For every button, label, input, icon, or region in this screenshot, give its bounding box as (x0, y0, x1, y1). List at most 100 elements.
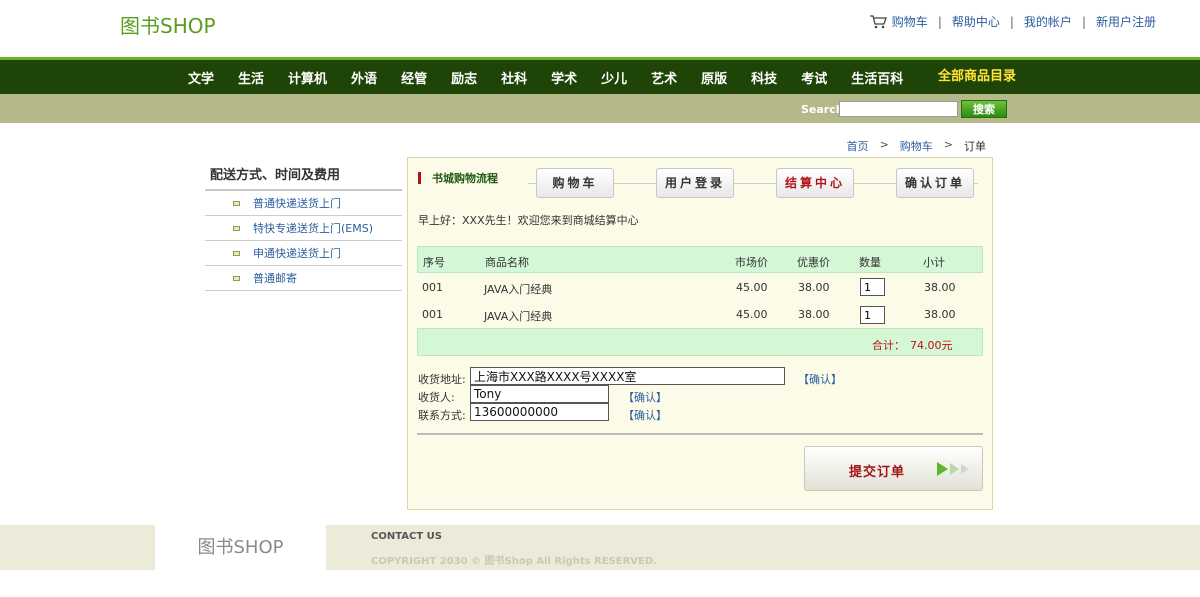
cart-icon[interactable] (869, 14, 887, 29)
nav-item-children[interactable]: 少儿 (601, 68, 627, 87)
breadcrumb-arrow: > (879, 138, 889, 151)
confirm-phone-link[interactable]: 【确认】 (623, 407, 667, 423)
total-bar: 合计： 74.00元 (417, 328, 983, 356)
breadcrumb-current: 订单 (964, 140, 986, 153)
nav-item-academic[interactable]: 学术 (551, 68, 577, 87)
header-qty: 数量 (859, 256, 881, 269)
bullet-icon (233, 275, 240, 281)
search-button[interactable]: 搜索 (961, 100, 1007, 118)
bullet-icon (233, 225, 240, 231)
search-label: Search (801, 103, 844, 116)
search-input[interactable] (839, 101, 958, 117)
step-login[interactable]: 用户登录 (656, 168, 734, 198)
shipping-option-ems[interactable]: 特快专递送货上门(EMS) (253, 220, 373, 236)
row-subtotal: 38.00 (924, 308, 956, 321)
breadcrumb: 首页 > 购物车 > 订单 (847, 138, 986, 154)
table-row: 001 JAVA入门经典 45.00 38.00 38.00 (417, 274, 983, 301)
row-price: 38.00 (798, 281, 830, 294)
separator: | (1081, 14, 1086, 29)
quantity-input[interactable] (860, 306, 885, 324)
bullet-icon (233, 200, 240, 206)
header-name: 商品名称 (485, 256, 529, 269)
nav-item-literature[interactable]: 文学 (188, 68, 214, 87)
shipping-title: 配送方式、时间及费用 (205, 158, 402, 191)
row-name[interactable]: JAVA入门经典 (484, 281, 552, 297)
shipping-item: 特快专递送货上门(EMS) (205, 216, 402, 241)
row-id: 001 (422, 308, 443, 321)
nav-item-social-science[interactable]: 社科 (501, 68, 527, 87)
row-id: 001 (422, 281, 443, 294)
register-link[interactable]: 新用户注册 (1096, 13, 1156, 30)
nav-item-tech[interactable]: 科技 (751, 68, 777, 87)
shipping-option-express[interactable]: 普通快递送货上门 (253, 195, 341, 211)
step-checkout[interactable]: 结算中心 (776, 168, 854, 198)
nav-item-exam[interactable]: 考试 (801, 68, 827, 87)
search-bar: Search 搜索 (0, 94, 1200, 123)
breadcrumb-home[interactable]: 首页 (847, 138, 869, 154)
shipping-item: 普通快递送货上门 (205, 191, 402, 216)
nav-item-encyclopedia[interactable]: 生活百科 (851, 68, 903, 87)
nav-list: 文学 生活 计算机 外语 经管 励志 社科 学术 少儿 艺术 原版 科技 考试 … (188, 60, 927, 94)
footer-logo[interactable]: 图书SHOP (155, 525, 326, 570)
flow-title: 书城购物流程 (418, 170, 498, 186)
nav-item-inspiration[interactable]: 励志 (451, 68, 477, 87)
all-categories-link[interactable]: 全部商品目录 (938, 60, 1016, 94)
total-label: 合计： (872, 339, 905, 352)
quantity-input[interactable] (860, 278, 885, 296)
address-field[interactable] (470, 367, 785, 385)
footer: 图书SHOP CONTACT US COPYRIGHT 2030 © 图书Sho… (0, 525, 1200, 570)
account-link[interactable]: 我的帐户 (1024, 13, 1072, 30)
nav-item-computer[interactable]: 计算机 (288, 68, 327, 87)
category-nav: 文学 生活 计算机 外语 经管 励志 社科 学术 少儿 艺术 原版 科技 考试 … (0, 60, 1200, 94)
shipping-option-sto[interactable]: 申通快递送货上门 (253, 245, 341, 261)
shipping-panel: 配送方式、时间及费用 普通快递送货上门 特快专递送货上门(EMS) 申通快递送货… (205, 158, 402, 291)
row-market-price: 45.00 (736, 308, 768, 321)
separator: | (1009, 14, 1014, 29)
flow-marker-icon (418, 172, 421, 184)
submit-order-button[interactable]: 提交订单 (804, 446, 983, 491)
shipping-item: 申通快递送货上门 (205, 241, 402, 266)
flow-title-text: 书城购物流程 (432, 172, 498, 185)
header-price: 优惠价 (797, 256, 830, 269)
nav-item-life[interactable]: 生活 (238, 68, 264, 87)
divider (417, 433, 983, 435)
nav-item-art[interactable]: 艺术 (651, 68, 677, 87)
header-subtotal: 小计 (923, 256, 945, 269)
receiver-field[interactable] (470, 385, 609, 403)
row-name[interactable]: JAVA入门经典 (484, 308, 552, 324)
row-subtotal: 38.00 (924, 281, 956, 294)
phone-label: 联系方式: (418, 409, 466, 422)
shipping-option-mail[interactable]: 普通邮寄 (253, 270, 297, 286)
cart-link[interactable]: 购物车 (892, 13, 928, 30)
address-label: 收货地址: (418, 373, 466, 386)
copyright-text: COPYRIGHT 2030 © 图书Shop All Rights RESER… (371, 556, 657, 567)
row-price: 38.00 (798, 308, 830, 321)
nav-item-original[interactable]: 原版 (701, 68, 727, 87)
bullet-icon (233, 250, 240, 256)
help-link[interactable]: 帮助中心 (952, 13, 1000, 30)
step-confirm[interactable]: 确认订单 (896, 168, 974, 198)
table-row: 001 JAVA入门经典 45.00 38.00 38.00 (417, 301, 983, 328)
header-id: 序号 (423, 256, 445, 269)
confirm-address-link[interactable]: 【确认】 (798, 371, 842, 387)
separator: | (937, 14, 942, 29)
breadcrumb-arrow: > (943, 138, 953, 151)
receiver-label: 收货人: (418, 391, 455, 404)
nav-item-languages[interactable]: 外语 (351, 68, 377, 87)
step-cart[interactable]: 购物车 (536, 168, 614, 198)
submit-order-label: 提交订单 (849, 465, 906, 480)
shipping-item: 普通邮寄 (205, 266, 402, 291)
site-logo[interactable]: 图书SHOP (120, 10, 216, 39)
forward-arrows-icon (937, 462, 969, 476)
phone-field[interactable] (470, 403, 609, 421)
total-value: 74.00元 (910, 339, 953, 352)
nav-item-business[interactable]: 经管 (401, 68, 427, 87)
checkout-panel: 书城购物流程 购物车 用户登录 结算中心 确认订单 早上好：XXX先生！欢迎您来… (407, 157, 993, 510)
welcome-message: 早上好：XXX先生！欢迎您来到商城结算中心 (418, 214, 639, 227)
top-links: 购物车 | 帮助中心 | 我的帐户 | 新用户注册 (869, 13, 1156, 30)
contact-us-link[interactable]: CONTACT US (371, 531, 442, 542)
breadcrumb-cart[interactable]: 购物车 (900, 138, 933, 154)
row-market-price: 45.00 (736, 281, 768, 294)
table-header: 序号 商品名称 市场价 优惠价 数量 小计 (417, 246, 983, 273)
confirm-receiver-link[interactable]: 【确认】 (623, 389, 667, 405)
